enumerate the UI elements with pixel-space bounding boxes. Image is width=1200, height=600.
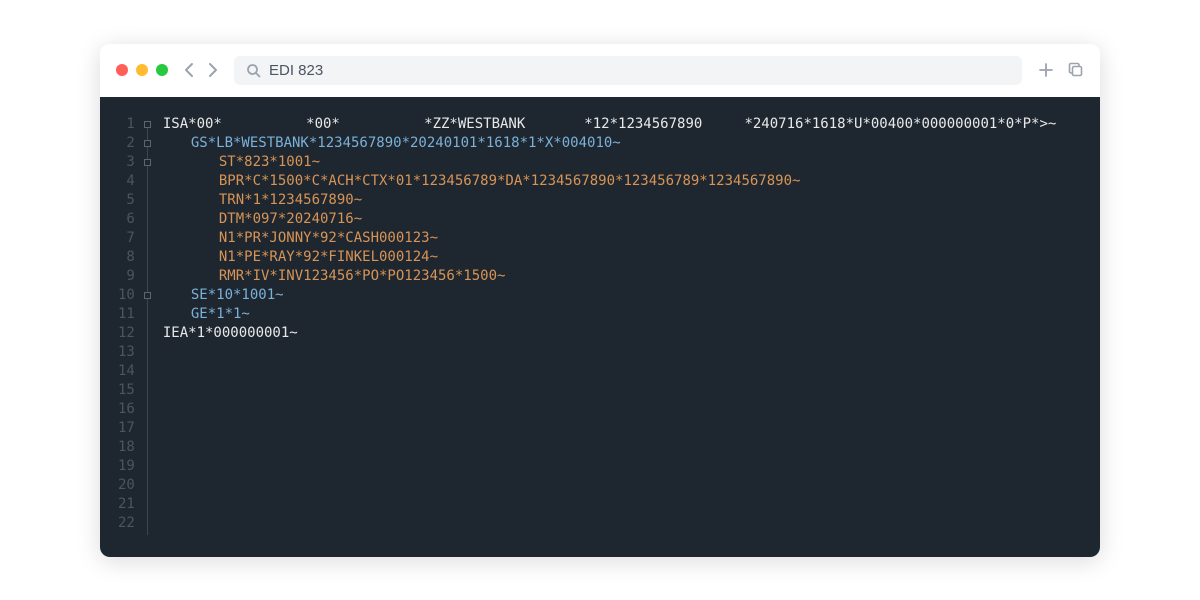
code-line-empty[interactable]: [163, 476, 1100, 495]
line-number: 4: [118, 172, 135, 191]
code-line-empty[interactable]: [163, 514, 1100, 533]
line-number: 16: [118, 400, 135, 419]
code-editor[interactable]: 12345678910111213141516171819202122 ISA*…: [100, 97, 1100, 557]
chevron-right-icon: [207, 62, 218, 78]
line-number: 17: [118, 419, 135, 438]
code-line[interactable]: TRN*1*1234567890~: [163, 191, 1100, 210]
code-line[interactable]: SE*10*1001~: [163, 286, 1100, 305]
fold-toggle[interactable]: [144, 159, 151, 166]
line-number: 2: [118, 134, 135, 153]
titlebar-actions: [1038, 62, 1084, 78]
new-tab-button[interactable]: [1038, 62, 1054, 78]
nav-arrows: [184, 62, 218, 78]
line-number: 20: [118, 476, 135, 495]
fold-toggle[interactable]: [144, 140, 151, 147]
code-line-empty[interactable]: [163, 400, 1100, 419]
line-number: 13: [118, 343, 135, 362]
line-number: 7: [118, 229, 135, 248]
code-line-empty[interactable]: [163, 495, 1100, 514]
line-number: 21: [118, 495, 135, 514]
code-area[interactable]: ISA*00* *00* *ZZ*WESTBANK *12*1234567890…: [163, 115, 1100, 535]
code-line[interactable]: GS*LB*WESTBANK*1234567890*20240101*1618*…: [163, 134, 1100, 153]
line-number: 1: [118, 115, 135, 134]
code-line[interactable]: N1*PE*RAY*92*FINKEL000124~: [163, 248, 1100, 267]
code-line-empty[interactable]: [163, 457, 1100, 476]
code-line-empty[interactable]: [163, 343, 1100, 362]
fold-toggle[interactable]: [144, 121, 151, 128]
line-number: 6: [118, 210, 135, 229]
code-line-empty[interactable]: [163, 438, 1100, 457]
line-number-gutter: 12345678910111213141516171819202122: [100, 115, 143, 535]
nav-forward-button[interactable]: [207, 62, 218, 78]
code-line-empty[interactable]: [163, 419, 1100, 438]
line-number: 12: [118, 324, 135, 343]
nav-back-button[interactable]: [184, 62, 195, 78]
search-box[interactable]: [234, 56, 1022, 85]
maximize-window-button[interactable]: [156, 64, 168, 76]
line-number: 5: [118, 191, 135, 210]
app-window: 12345678910111213141516171819202122 ISA*…: [100, 44, 1100, 557]
code-line[interactable]: GE*1*1~: [163, 305, 1100, 324]
chevron-left-icon: [184, 62, 195, 78]
fold-column: [143, 115, 163, 535]
minimize-window-button[interactable]: [136, 64, 148, 76]
titlebar: [100, 44, 1100, 97]
code-line[interactable]: ST*823*1001~: [163, 153, 1100, 172]
search-icon: [246, 63, 261, 78]
search-input[interactable]: [269, 62, 1010, 79]
line-number: 14: [118, 362, 135, 381]
code-line[interactable]: N1*PR*JONNY*92*CASH000123~: [163, 229, 1100, 248]
line-number: 3: [118, 153, 135, 172]
traffic-lights: [116, 64, 168, 76]
fold-toggle[interactable]: [144, 292, 151, 299]
code-line[interactable]: ISA*00* *00* *ZZ*WESTBANK *12*1234567890…: [163, 115, 1100, 134]
code-line[interactable]: IEA*1*000000001~: [163, 324, 1100, 343]
line-number: 15: [118, 381, 135, 400]
code-line[interactable]: RMR*IV*INV123456*PO*PO123456*1500~: [163, 267, 1100, 286]
copy-icon: [1068, 62, 1084, 78]
fold-guide-line: [147, 125, 148, 535]
plus-icon: [1038, 62, 1054, 78]
line-number: 8: [118, 248, 135, 267]
copy-button[interactable]: [1068, 62, 1084, 78]
line-number: 22: [118, 514, 135, 533]
line-number: 18: [118, 438, 135, 457]
code-line[interactable]: BPR*C*1500*C*ACH*CTX*01*123456789*DA*123…: [163, 172, 1100, 191]
code-line-empty[interactable]: [163, 362, 1100, 381]
line-number: 11: [118, 305, 135, 324]
code-line[interactable]: DTM*097*20240716~: [163, 210, 1100, 229]
line-number: 10: [118, 286, 135, 305]
line-number: 19: [118, 457, 135, 476]
code-line-empty[interactable]: [163, 381, 1100, 400]
line-number: 9: [118, 267, 135, 286]
close-window-button[interactable]: [116, 64, 128, 76]
